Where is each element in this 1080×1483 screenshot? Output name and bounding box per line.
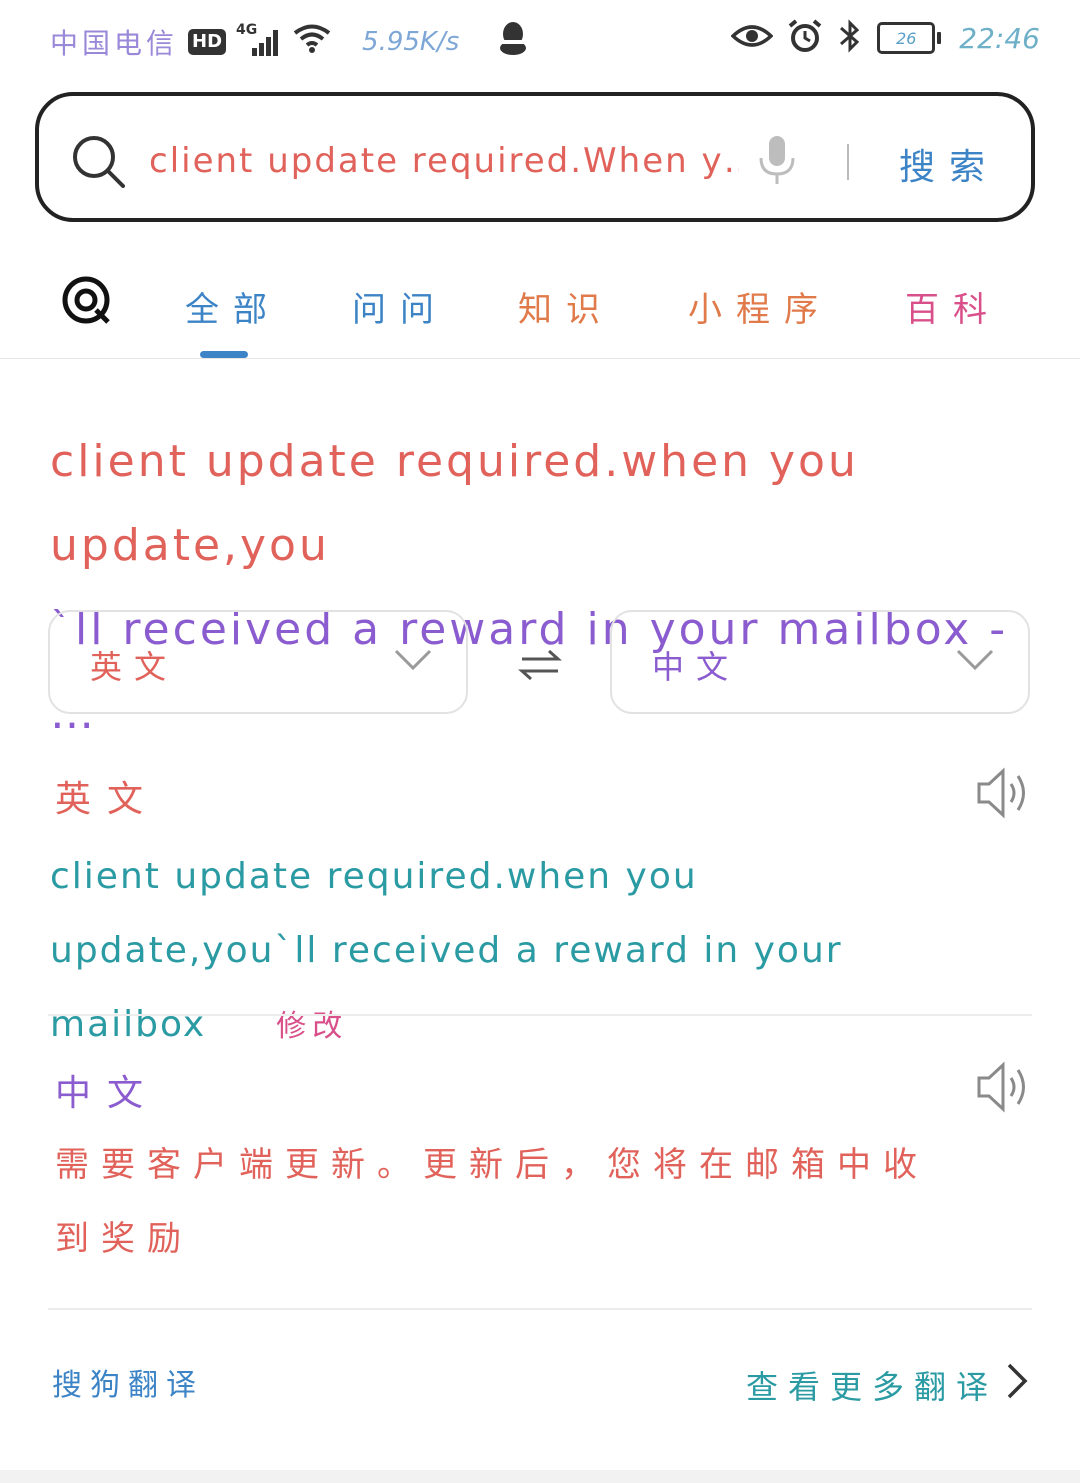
status-bar: 中国电信 HD 4G 5.95K/s 26 22:46 <box>0 0 1080 80</box>
search-divider <box>847 144 849 180</box>
source-text: client update required.when you update,y… <box>50 840 910 1064</box>
tab-mini-program[interactable]: 小程序 <box>688 282 832 331</box>
search-icon <box>71 134 127 194</box>
network-speed: 5.95K/s <box>362 26 460 57</box>
tab-wenwen[interactable]: 问问 <box>352 282 448 331</box>
tab-all[interactable]: 全部 <box>185 282 281 331</box>
target-language-select[interactable]: 中文 <box>610 610 1030 714</box>
tab-encyclopedia[interactable]: 百科 <box>905 282 1001 331</box>
chevron-right-icon <box>1006 1362 1028 1408</box>
eye-icon <box>730 22 774 54</box>
speaker-icon[interactable] <box>975 1060 1033 1118</box>
target-language-value: 中文 <box>652 648 741 686</box>
signal-icon: 4G <box>236 22 282 58</box>
search-input[interactable]: client update required.When y… <box>149 141 739 181</box>
divider <box>48 1014 1032 1016</box>
bottom-strip <box>0 1470 1080 1483</box>
result-title-line: client update required.when you update,y… <box>50 436 859 571</box>
more-translations-label: 查看更多翻译 <box>745 1368 998 1406</box>
search-button[interactable]: 搜索 <box>899 138 999 190</box>
sogou-logo-icon[interactable] <box>60 274 112 330</box>
qq-icon <box>497 20 529 63</box>
divider <box>48 1308 1032 1310</box>
target-label: 中文 <box>55 1073 160 1114</box>
source-text-body: client update required.when you update,y… <box>50 856 843 1045</box>
carrier-name: 中国电信 <box>50 26 179 60</box>
network-type: 4G <box>236 21 258 38</box>
speaker-icon[interactable] <box>975 766 1033 824</box>
bluetooth-icon <box>837 18 863 58</box>
clock-time: 22:46 <box>959 21 1040 55</box>
swap-languages-icon[interactable] <box>518 648 562 686</box>
source-language-select[interactable]: 英文 <box>48 610 468 714</box>
source-label: 英文 <box>55 779 160 820</box>
wifi-icon <box>292 22 332 61</box>
search-bar[interactable]: client update required.When y… 搜索 <box>35 92 1035 222</box>
hd-badge: HD <box>188 28 227 55</box>
translation-provider: 搜狗翻译 <box>52 1368 204 1403</box>
chevron-down-icon <box>956 648 994 676</box>
alarm-icon <box>787 18 823 58</box>
chevron-down-icon <box>394 648 432 676</box>
translated-text: 需要客户端更新。更新后，您将在邮箱中收到奖励 <box>55 1145 929 1259</box>
source-language-value: 英文 <box>90 648 179 686</box>
tab-knowledge[interactable]: 知识 <box>518 282 614 331</box>
battery-icon: 26 <box>877 22 942 54</box>
active-tab-indicator <box>200 351 248 358</box>
more-translations-link[interactable]: 查看更多翻译 <box>746 1362 1028 1408</box>
tab-bar: 全部 问问 知识 小程序 百科 <box>0 260 1080 359</box>
microphone-icon[interactable] <box>757 134 797 190</box>
